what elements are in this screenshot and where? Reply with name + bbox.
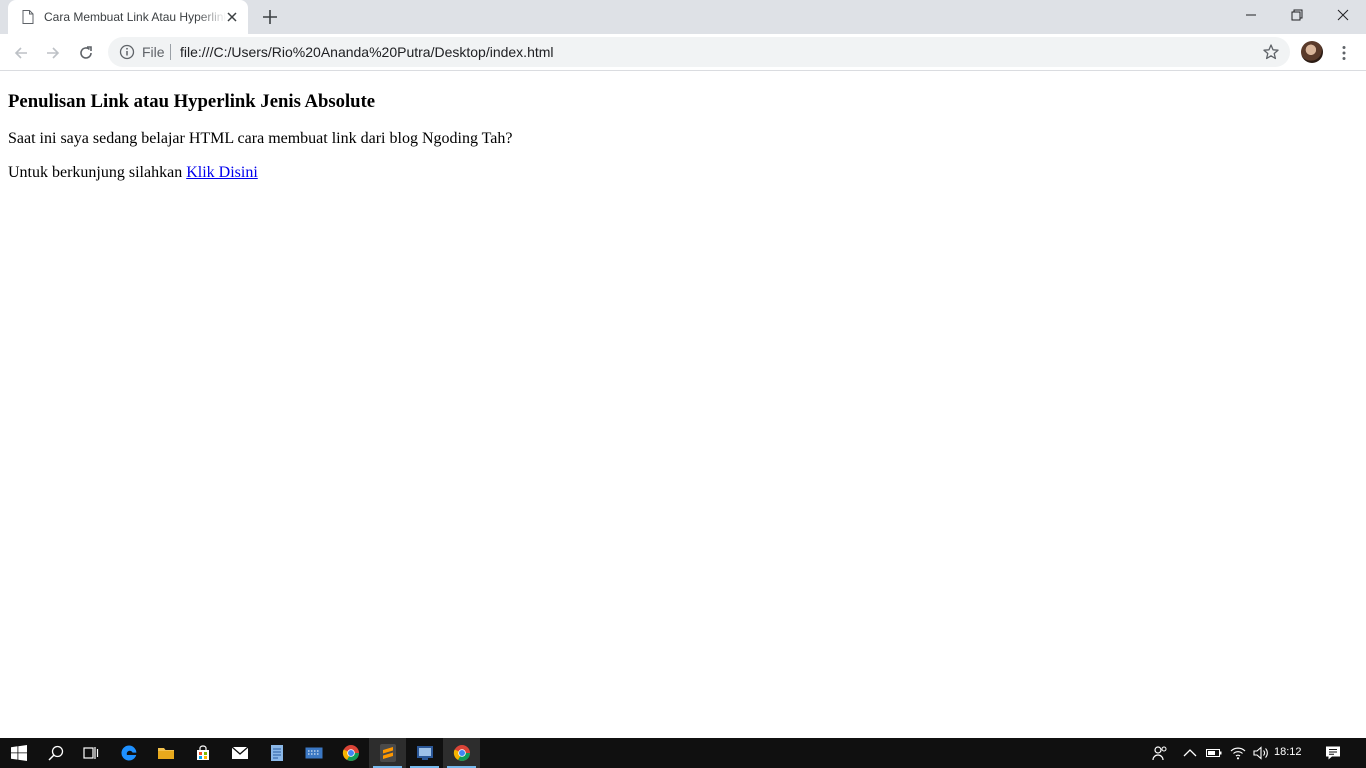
close-window-button[interactable] <box>1320 0 1366 30</box>
taskbar-clock[interactable]: 18:12 <box>1274 746 1302 758</box>
wifi-icon <box>1230 747 1246 760</box>
profile-avatar[interactable] <box>1301 41 1323 63</box>
scheme-label: File <box>142 44 165 60</box>
action-center-button[interactable] <box>1320 738 1346 768</box>
tray-network[interactable] <box>1227 738 1249 768</box>
restore-button[interactable] <box>1274 0 1320 30</box>
new-tab-icon[interactable] <box>260 7 280 27</box>
info-icon[interactable] <box>119 44 135 60</box>
omnibox-divider <box>170 44 171 60</box>
tab-strip: Cara Membuat Link Atau Hyperlink Jenis A… <box>0 0 1366 34</box>
forward-button[interactable] <box>40 40 66 66</box>
battery-icon <box>1206 749 1222 757</box>
restore-icon <box>1291 9 1303 21</box>
visit-paragraph: Untuk berkunjung silahkan Klik Disini <box>8 164 258 182</box>
browser-toolbar: File file:///C:/Users/Rio%20Ananda%20Put… <box>0 34 1366 71</box>
page-heading: Penulisan Link atau Hyperlink Jenis Abso… <box>8 91 376 112</box>
minimize-icon <box>1246 14 1256 16</box>
back-button[interactable] <box>8 40 34 66</box>
star-icon[interactable] <box>1262 43 1280 61</box>
tray-volume[interactable] <box>1250 738 1272 768</box>
address-bar[interactable]: File file:///C:/Users/Rio%20Ananda%20Put… <box>108 37 1290 67</box>
chrome-icon <box>342 745 359 761</box>
minimize-button[interactable] <box>1228 0 1274 30</box>
mail-icon <box>231 746 248 759</box>
speaker-icon <box>1253 746 1268 760</box>
tab-title: Cara Membuat Link Atau Hyperlink Jenis A… <box>44 10 226 24</box>
arrow-left-icon <box>14 47 27 59</box>
taskbar-app[interactable] <box>406 738 443 768</box>
more-vertical-icon <box>1342 46 1346 60</box>
taskbar-file-explorer[interactable] <box>147 738 184 768</box>
klik-disini-link[interactable]: Klik Disini <box>186 164 258 181</box>
taskbar-sublime-text[interactable] <box>369 738 406 768</box>
sublime-text-icon <box>379 744 396 762</box>
people-icon <box>1152 746 1167 761</box>
visit-text: Untuk berkunjung silahkan <box>8 164 187 181</box>
chevron-up-icon <box>1183 749 1197 757</box>
taskbar-notes[interactable] <box>258 738 295 768</box>
taskbar-search[interactable] <box>37 738 74 768</box>
tray-people[interactable] <box>1148 738 1172 768</box>
taskbar-store[interactable] <box>184 738 221 768</box>
tray-battery[interactable] <box>1203 738 1225 768</box>
close-icon <box>1337 9 1349 21</box>
keyboard-icon <box>305 747 322 759</box>
notification-icon <box>1326 746 1340 760</box>
document-icon <box>22 10 34 24</box>
url-text[interactable]: file:///C:/Users/Rio%20Ananda%20Putra/De… <box>180 44 554 60</box>
taskbar-mail[interactable] <box>221 738 258 768</box>
task-view-button[interactable] <box>72 738 109 768</box>
reload-button[interactable] <box>73 40 99 66</box>
browser-tab[interactable]: Cara Membuat Link Atau Hyperlink Jenis A… <box>8 0 248 34</box>
edge-icon <box>120 745 136 761</box>
taskbar-chrome-active[interactable] <box>443 738 480 768</box>
close-tab-icon[interactable] <box>224 9 240 25</box>
start-button[interactable] <box>0 738 37 768</box>
reload-icon <box>80 46 92 59</box>
search-icon <box>47 745 63 761</box>
page-content: Penulisan Link atau Hyperlink Jenis Abso… <box>0 72 1366 738</box>
app-icon <box>416 746 433 760</box>
windows-taskbar: 18:12 <box>0 738 1366 768</box>
task-view-icon <box>82 747 98 759</box>
store-icon <box>196 745 209 760</box>
arrow-right-icon <box>47 47 60 59</box>
intro-paragraph: Saat ini saya sedang belajar HTML cara m… <box>8 130 513 147</box>
tray-show-hidden[interactable] <box>1178 738 1202 768</box>
taskbar-keyboard-app[interactable] <box>295 738 332 768</box>
taskbar-chrome-pinned[interactable] <box>332 738 369 768</box>
notes-icon <box>270 745 283 761</box>
taskbar-edge[interactable] <box>110 738 147 768</box>
windows-start-icon <box>10 745 27 761</box>
file-explorer-icon <box>157 748 174 759</box>
chrome-icon <box>453 745 470 761</box>
browser-menu-button[interactable] <box>1334 40 1354 66</box>
